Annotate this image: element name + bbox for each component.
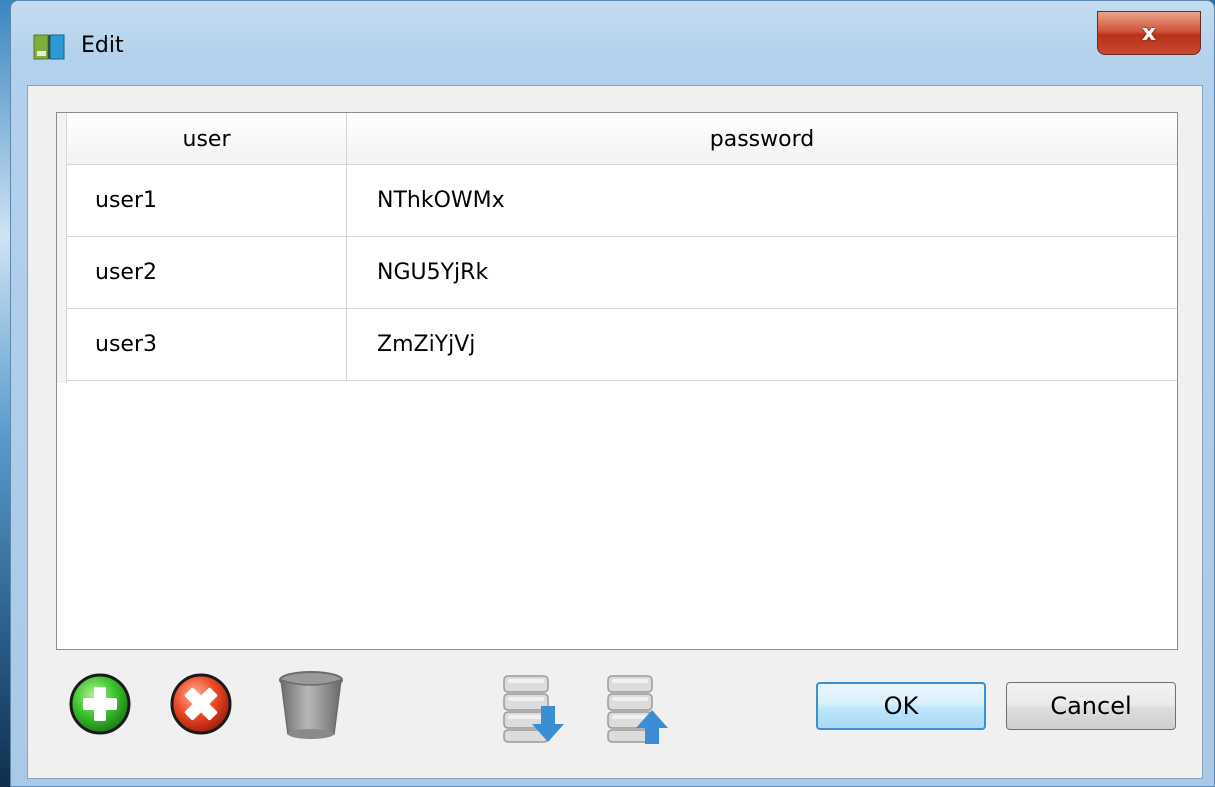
remove-icon[interactable] [169,672,233,736]
cell-user[interactable]: user2 [67,237,347,308]
column-header-password[interactable]: password [347,113,1177,165]
cell-user[interactable]: user3 [67,309,347,380]
window-title: Edit [81,33,124,58]
cell-password[interactable]: NGU5YjRk [347,237,1177,308]
table-row[interactable]: user2 NGU5YjRk [67,237,1177,309]
table-header: user password [67,113,1177,165]
import-database-icon[interactable] [500,672,572,746]
export-database-icon[interactable] [604,672,676,746]
title-bar: Edit x [11,1,1214,83]
table-row[interactable]: user3 ZmZiYjVj [67,309,1177,381]
cell-password[interactable]: ZmZiYjVj [347,309,1177,380]
close-icon: x [1141,20,1157,46]
ok-button[interactable]: OK [816,682,986,730]
close-button[interactable]: x [1097,11,1201,55]
column-header-user[interactable]: user [67,113,347,165]
cell-password[interactable]: NThkOWMx [347,165,1177,236]
trash-icon[interactable] [276,670,346,742]
app-book-icon [33,34,65,60]
add-icon[interactable] [68,672,132,736]
row-header-gutter [57,113,67,383]
credentials-table: user password user1 NThkOWMx user2 NGU5Y… [56,112,1178,650]
cancel-button[interactable]: Cancel [1006,682,1176,730]
table-row[interactable]: user1 NThkOWMx [67,165,1177,237]
edit-dialog: Edit x user password user1 NThkOWMx user… [10,0,1215,787]
dialog-content: user password user1 NThkOWMx user2 NGU5Y… [27,85,1203,779]
cell-user[interactable]: user1 [67,165,347,236]
